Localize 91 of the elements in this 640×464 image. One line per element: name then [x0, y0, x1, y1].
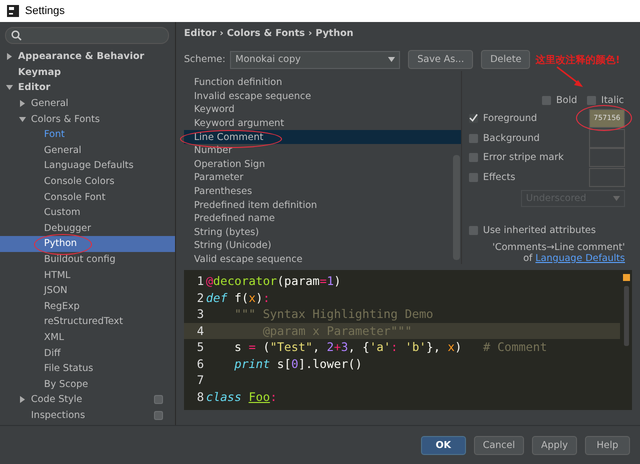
- tree-item[interactable]: Diff: [0, 345, 175, 361]
- attribute-item[interactable]: Number: [184, 144, 461, 158]
- scheme-button[interactable]: Delete: [481, 50, 530, 69]
- app-icon: [7, 5, 19, 17]
- attribute-item[interactable]: String (bytes): [184, 226, 461, 240]
- attribute-item[interactable]: Function definition: [184, 76, 461, 90]
- color-checkbox[interactable]: Effects: [469, 172, 516, 184]
- annotation-arrow: [556, 66, 586, 90]
- dialog-button[interactable]: Apply: [532, 436, 577, 454]
- scheme-dropdown[interactable]: Monokai copy: [230, 50, 400, 68]
- expanded-arrow-icon[interactable]: [6, 84, 13, 92]
- error-stripe-marker: [623, 274, 630, 281]
- code-line: def f(x):: [206, 290, 270, 305]
- code-line: class Foo:: [206, 390, 278, 404]
- dialog-button[interactable]: Cancel: [474, 436, 524, 454]
- attribute-item[interactable]: Operation Sign: [184, 158, 461, 172]
- tree-item[interactable]: Colors & Fonts: [0, 111, 175, 127]
- tree-item[interactable]: Font: [0, 126, 175, 143]
- attribute-item[interactable]: Keyword: [184, 103, 461, 117]
- tree-item[interactable]: Inspections: [0, 408, 175, 424]
- tree-item[interactable]: General: [0, 96, 175, 112]
- tree-item[interactable]: HTML: [0, 267, 175, 283]
- line-number: 5: [196, 340, 205, 354]
- color-swatch[interactable]: [589, 168, 625, 188]
- attribute-item[interactable]: Line Comment: [184, 130, 461, 144]
- tree-item[interactable]: reStructuredText: [0, 314, 175, 330]
- line-number: 6: [196, 356, 205, 371]
- tree-item[interactable]: Editor: [0, 80, 175, 96]
- scrollbar[interactable]: [453, 155, 460, 260]
- line-number: 1: [196, 274, 205, 288]
- caret-icon: [388, 57, 396, 62]
- tree-item[interactable]: General: [0, 142, 175, 158]
- tree-item[interactable]: XML: [0, 330, 175, 346]
- collapsed-arrow-icon[interactable]: [19, 100, 26, 108]
- scheme-button[interactable]: Save As...: [408, 50, 474, 69]
- line-number: 4: [196, 324, 205, 338]
- of-text: of: [523, 253, 532, 264]
- color-swatch[interactable]: [589, 128, 625, 148]
- inherit-source: 'Comments→Line comment': [491, 242, 626, 253]
- checkmark-icon: [469, 113, 478, 124]
- attribute-item[interactable]: Predefined item definition: [184, 198, 461, 212]
- language-defaults-link[interactable]: Language Defaults: [535, 253, 625, 264]
- tree-item[interactable]: Keymap: [0, 64, 175, 80]
- tree-item[interactable]: Debugger: [0, 220, 175, 236]
- tree-item[interactable]: RegExp: [0, 298, 175, 314]
- collapsed-arrow-icon[interactable]: [6, 53, 13, 60]
- caret-icon: [613, 196, 620, 201]
- annotation-text: 这里改注释的颜色!: [535, 53, 620, 66]
- dialog-button[interactable]: OK: [420, 436, 466, 454]
- breadcrumb: Editor › Colors & Fonts › Python: [184, 28, 354, 41]
- tree-item[interactable]: Buildout config: [0, 252, 175, 268]
- line-number: 7: [196, 373, 205, 388]
- search-field[interactable]: [5, 27, 169, 44]
- tree-item[interactable]: Console Font: [0, 189, 175, 205]
- code-line: s = ("Test", 2+3, {'a': 'b'}, x) # Comment: [233, 340, 548, 354]
- attribute-item[interactable]: Predefined name: [184, 212, 461, 226]
- style-checkbox[interactable]: Italic: [587, 95, 624, 106]
- tree-item[interactable]: Python: [0, 236, 175, 252]
- line-number: 3: [196, 307, 205, 322]
- attribute-item[interactable]: Valid escape sequence: [184, 252, 461, 266]
- attribute-item[interactable]: Parameter: [184, 171, 461, 185]
- color-swatch[interactable]: [589, 148, 625, 168]
- line-number: 8: [196, 390, 205, 404]
- tree-item[interactable]: Language Defaults: [0, 158, 175, 174]
- attribute-item[interactable]: Parentheses: [184, 184, 461, 198]
- code-line: print s[0].lower(): [233, 356, 362, 371]
- scheme-label: Scheme:: [184, 54, 226, 65]
- attribute-item[interactable]: String (Unicode): [184, 239, 461, 253]
- window-title: Settings: [25, 5, 65, 17]
- tree-item[interactable]: Console Colors: [0, 174, 175, 190]
- color-checkbox[interactable]: Error stripe mark: [469, 152, 564, 164]
- dialog-button[interactable]: Help: [585, 436, 630, 454]
- expanded-arrow-icon[interactable]: [19, 116, 26, 123]
- color-checkbox[interactable]: Background: [469, 132, 540, 144]
- code-line: @decorator(param=1): [206, 274, 341, 288]
- tree-item[interactable]: Custom: [0, 204, 175, 221]
- search-icon: [11, 30, 22, 41]
- attribute-item[interactable]: Invalid escape sequence: [184, 90, 461, 104]
- tree-item[interactable]: Appearance & Behavior: [0, 49, 175, 65]
- inherit-checkbox[interactable]: Use inherited attributes: [469, 225, 632, 236]
- tree-item[interactable]: File Status: [0, 360, 175, 376]
- line-number: 2: [196, 290, 205, 305]
- code-line: """ Syntax Highlighting Demo: [233, 307, 434, 322]
- style-checkbox[interactable]: Bold: [542, 95, 578, 106]
- attribute-item[interactable]: Keyword argument: [184, 116, 461, 130]
- tree-item[interactable]: By Scope: [0, 376, 175, 392]
- color-checkbox[interactable]: Foreground: [469, 112, 538, 124]
- scrollbar[interactable]: [624, 286, 629, 346]
- tree-item[interactable]: Code Style: [0, 392, 175, 408]
- collapsed-arrow-icon[interactable]: [19, 396, 26, 404]
- tree-item[interactable]: JSON: [0, 282, 175, 298]
